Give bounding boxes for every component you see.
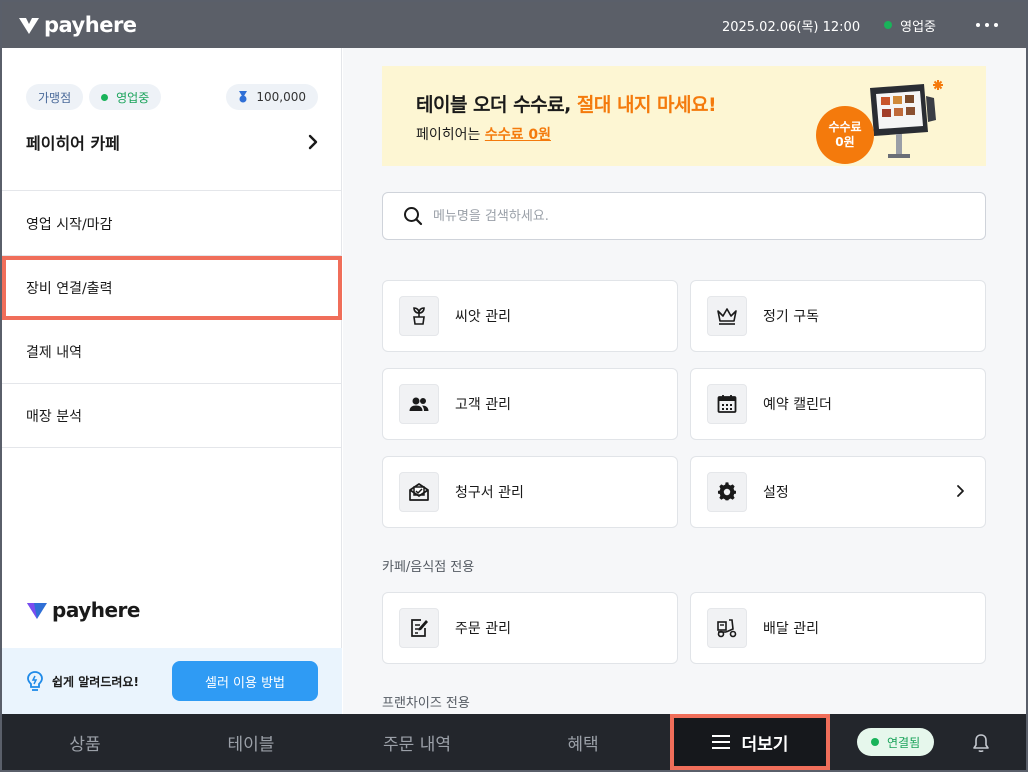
card-icon-box (399, 472, 439, 512)
seed-management-card[interactable]: 씨앗 관리 (382, 280, 678, 352)
main-content: 테이블 오더 수수료, 절대 내지 마세요! 페이히어는 수수료 0원 수수료 … (343, 48, 1026, 714)
app-frame: payhere 2025.02.06(목) 12:00 영업중 가맹점 영업중 (2, 2, 1026, 770)
search-icon (404, 207, 423, 226)
seller-guide-button[interactable]: 셀러 이용 방법 (172, 661, 318, 701)
promo-banner[interactable]: 테이블 오더 수수료, 절대 내지 마세요! 페이히어는 수수료 0원 수수료 … (382, 66, 986, 166)
more-options-icon[interactable] (976, 15, 998, 35)
sidebar-logo: payhere (26, 598, 140, 622)
zero-fee-badge: 수수료 0원 (816, 106, 874, 164)
header-datetime: 2025.02.06(목) 12:00 (721, 19, 861, 35)
store-selector[interactable]: 페이히어 카페 (26, 130, 318, 154)
fee-badge-line1: 수수료 (828, 120, 862, 134)
tab-more[interactable]: 더보기 (670, 714, 830, 770)
delivery-scooter-icon (717, 619, 737, 638)
help-bar: 쉽게 알려드려요! 셀러 이용 방법 (2, 648, 342, 714)
help-text: 쉽게 알려드려요! (52, 674, 139, 689)
section-label-franchise: 프랜차이즈 전용 (382, 696, 470, 711)
store-badges: 가맹점 영업중 100,000 (26, 84, 318, 110)
tab-order-history[interactable]: 주문 내역 (334, 730, 500, 755)
sidebar: 가맹점 영업중 100,000 페이히어 카페 영업 시작/마감 장비 연결/출… (2, 48, 342, 714)
sidebar-item-payment-history[interactable]: 결제 내역 (2, 320, 342, 384)
banner-title-prefix: 테이블 오더 수수료, (416, 94, 577, 116)
delivery-management-card[interactable]: 배달 관리 (690, 592, 986, 664)
order-management-card[interactable]: 주문 관리 (382, 592, 678, 664)
gear-icon (717, 482, 736, 501)
card-label: 예약 캘린더 (763, 397, 832, 413)
card-icon-box (707, 608, 747, 648)
bottom-navigation: 상품 테이블 주문 내역 혜택 더보기 연결됨 (2, 714, 1026, 770)
card-label: 배달 관리 (763, 621, 819, 637)
subscription-card[interactable]: 정기 구독 (690, 280, 986, 352)
card-icon-box (399, 608, 439, 648)
card-icon-box (707, 384, 747, 424)
header-status: 영업중 (884, 16, 936, 35)
card-icon-box (707, 472, 747, 512)
people-icon (409, 397, 429, 411)
connection-status-label: 연결됨 (887, 735, 921, 750)
sidebar-item-store-analytics[interactable]: 매장 분석 (2, 384, 342, 448)
settings-card[interactable]: 설정 (690, 456, 986, 528)
status-dot-icon (884, 21, 893, 29)
lightbulb-icon (27, 671, 43, 691)
store-name: 페이히어 카페 (26, 134, 120, 153)
points-value: 100,000 (256, 90, 306, 104)
status-dot-icon (871, 738, 879, 746)
card-icon-box (707, 296, 747, 336)
medal-icon (239, 91, 248, 103)
banner-title-accent: 절대 내지 마세요! (576, 94, 717, 116)
order-edit-icon (411, 619, 428, 637)
tab-tables[interactable]: 테이블 (168, 730, 334, 755)
banner-sub-accent: 수수료 0원 (484, 127, 551, 143)
store-type-badge: 가맹점 (26, 84, 84, 110)
invoice-management-card[interactable]: 청구서 관리 (382, 456, 678, 528)
payhere-logo-icon (19, 18, 39, 34)
cafe-menu-grid: 주문 관리 배달 관리 (382, 592, 986, 664)
points-badge[interactable]: 100,000 (226, 84, 318, 110)
hamburger-menu-icon (711, 735, 730, 749)
header-logo: payhere (18, 13, 137, 37)
logo-text: payhere (44, 13, 137, 37)
card-label: 주문 관리 (455, 621, 511, 637)
banner-title: 테이블 오더 수수료, 절대 내지 마세요! (416, 90, 717, 117)
chevron-right-icon (308, 134, 318, 150)
banner-sub-prefix: 페이히어는 (416, 127, 485, 143)
card-label: 청구서 관리 (455, 485, 524, 501)
sidebar-item-business-open-close[interactable]: 영업 시작/마감 (2, 192, 342, 256)
top-header: payhere 2025.02.06(목) 12:00 영업중 (2, 2, 1026, 48)
logo-text: payhere (52, 598, 140, 622)
card-label: 고객 관리 (455, 397, 511, 413)
banner-subtitle: 페이히어는 수수료 0원 (416, 124, 551, 144)
sprout-icon (413, 307, 425, 325)
reservation-calendar-card[interactable]: 예약 캘린더 (690, 368, 986, 440)
tab-benefits[interactable]: 혜택 (500, 730, 666, 755)
connection-status-badge[interactable]: 연결됨 (857, 728, 935, 756)
table-order-kiosk-icon (870, 80, 943, 158)
sidebar-divider (2, 190, 342, 191)
invoice-icon (409, 483, 429, 501)
sidebar-menu: 영업 시작/마감 장비 연결/출력 결제 내역 매장 분석 (2, 192, 342, 448)
card-label: 설정 (763, 485, 789, 501)
calendar-icon (717, 395, 737, 413)
search-input[interactable] (433, 208, 953, 224)
card-icon-box (399, 296, 439, 336)
notification-bell-icon[interactable] (972, 733, 990, 753)
card-label: 정기 구독 (763, 309, 819, 325)
fee-badge-line2: 0원 (835, 135, 855, 149)
card-icon-box (399, 384, 439, 424)
section-label-cafe: 카페/음식점 전용 (382, 560, 475, 575)
menu-search-box[interactable] (382, 192, 986, 240)
menu-grid: 씨앗 관리 정기 구독 고객 관리 예약 캘린더 청구서 관리 설정 (382, 280, 986, 528)
crown-icon (717, 308, 737, 325)
header-status-label: 영업중 (900, 19, 936, 35)
payhere-logo-icon (27, 603, 47, 619)
status-dot-icon (101, 93, 109, 101)
customer-management-card[interactable]: 고객 관리 (382, 368, 678, 440)
sidebar-item-device-connection[interactable]: 장비 연결/출력 (2, 256, 342, 320)
tab-more-label: 더보기 (741, 734, 789, 755)
store-status-badge: 영업중 (89, 84, 162, 110)
tab-products[interactable]: 상품 (2, 730, 168, 755)
store-status-label: 영업중 (116, 90, 150, 105)
card-label: 씨앗 관리 (455, 309, 511, 325)
chevron-right-icon (957, 485, 964, 497)
